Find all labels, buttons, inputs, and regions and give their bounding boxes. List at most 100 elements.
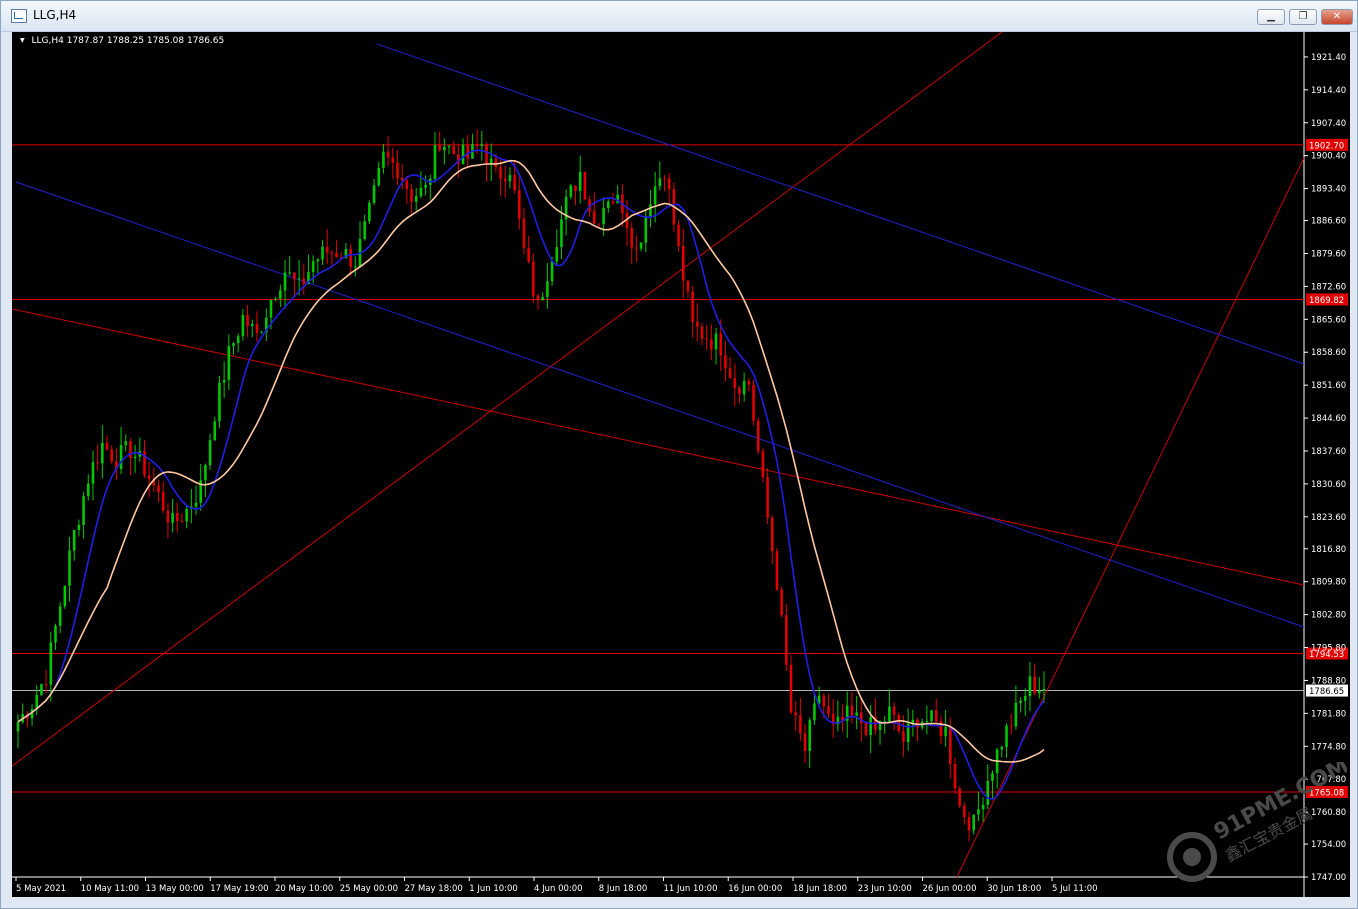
price-tick-label: 1851.60 [1311,381,1346,391]
candle-body [489,158,493,164]
candle-body [527,247,530,262]
candle-body [808,720,812,752]
price-tick-label: 1893.40 [1311,185,1346,195]
time-tick-label: 18 Jun 18:00 [793,884,847,894]
price-chart: 1902.701869.821794.531765.081786.651921.… [12,32,1348,897]
candle-body [101,442,104,464]
candle-body [747,380,751,385]
chart-canvas[interactable]: 1902.70 1869.82 1794.53 1765.08 1786.65 1921.… [12,32,1350,897]
candle-body [733,378,737,388]
candle-body [508,175,512,182]
candle-body [293,272,296,280]
candle-body [297,278,301,280]
candle-body [218,382,221,422]
candle-body [279,290,282,299]
candle-body [1028,676,1032,697]
watermark: 91PME.COM 鑫汇宝贵金属 [1167,762,1347,882]
time-tick-label: 23 Jun 10:00 [858,884,912,894]
price-tick-label: 1788.80 [1311,676,1346,686]
minimize-button[interactable]: ▁ [1257,9,1285,25]
candle-body [934,710,938,722]
candle-body [250,323,254,327]
candle-body [770,517,774,552]
candle-body [967,817,971,831]
candle-body [550,261,554,282]
candle-body [105,442,109,450]
close-value: 1786.65 [187,36,225,46]
price-tick-label: 1837.60 [1311,447,1346,457]
candle-body [649,204,652,217]
candle-body [635,247,638,249]
candle-body [16,722,20,732]
time-tick-label: 16 Jun 00:00 [728,884,782,894]
candle-body [283,272,287,291]
candle-body [63,585,67,607]
candle-body [161,492,165,511]
candle-body [705,338,708,340]
candle-body [175,512,179,521]
candle-body [391,157,395,163]
candle-body [386,151,390,158]
candle-body [49,642,53,685]
trend-line-red-down [12,308,1305,586]
candle-body [260,332,263,334]
candle-body [452,146,455,155]
candle-body [461,144,465,165]
candle-body [902,731,905,742]
chart-window: LLG,H4 ▁ ❐ ✕ 1902.70 1869.82 1794.53 1765.0… [0,0,1358,909]
candle-body [578,171,582,191]
time-tick-label: 25 May 00:00 [340,884,398,894]
candle-body [204,465,207,481]
candle-body [302,278,306,284]
candle-body [794,712,797,716]
price-tick-label: 1900.40 [1311,152,1346,162]
candle-body [194,502,198,507]
restore-button[interactable]: ❐ [1289,9,1317,25]
price-tick-label: 1774.80 [1311,742,1346,752]
title-bar[interactable]: LLG,H4 ▁ ❐ ✕ [1,1,1357,32]
price-tick-label: 1823.60 [1311,513,1346,523]
candle-body [855,712,858,716]
candle-body [592,211,596,224]
candle-body [410,189,413,202]
time-tick-label: 4 Jun 00:00 [534,884,583,894]
candle-body [555,247,559,262]
candle-body [780,589,783,616]
candle-body [859,712,863,724]
candle-body [667,178,671,190]
window-title: LLG,H4 [33,8,77,22]
candle-body [691,291,694,322]
candle-body [738,387,741,395]
price-tick-label: 1879.60 [1311,249,1346,259]
candle-body [569,185,573,197]
candle-body [208,440,212,466]
price-tick-label: 1830.60 [1311,480,1346,490]
candle-body [77,524,81,531]
price-level-label: 1902.70 [1309,141,1344,151]
candle-body [499,167,502,179]
candle-body [850,705,854,716]
moving-average-slow [17,159,1045,763]
candle-body [414,196,418,202]
candle-body [44,684,48,686]
low-value: 1785.08 [146,36,185,46]
candle-body [822,695,826,707]
candle-body [775,551,779,590]
candle-body [72,530,76,551]
candle-body [354,266,357,268]
time-tick-label: 27 May 18:00 [405,884,463,894]
trend-line-red-up [12,32,1003,767]
candle-body [532,261,535,296]
time-tick-label: 5 Jul 11:00 [1052,884,1098,894]
candle-body [752,384,755,421]
time-tick-label: 17 May 19:00 [210,884,268,894]
candle-body [325,246,329,253]
candle-body [681,245,685,281]
price-tick-label: 1886.60 [1311,217,1346,227]
candle-body [157,485,160,493]
time-tick-label: 26 Jun 00:00 [923,884,977,894]
candle-body [166,510,170,523]
close-button[interactable]: ✕ [1321,9,1353,25]
candle-body [147,475,151,480]
candle-body [789,664,793,713]
